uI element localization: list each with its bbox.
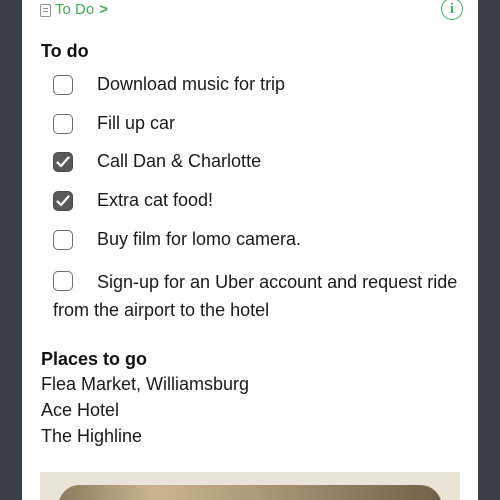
checkbox[interactable] xyxy=(53,229,73,250)
chevron-right-icon: > xyxy=(99,1,108,18)
todo-item-label: Call Dan & Charlotte xyxy=(97,151,262,171)
todo-item[interactable]: Buy film for lomo camera. xyxy=(53,229,301,250)
note-icon xyxy=(40,3,51,17)
todo-item[interactable]: Extra cat food! xyxy=(53,190,213,211)
info-icon: i xyxy=(449,0,455,17)
note-screen: To Do > i To do Download music for trip … xyxy=(22,0,478,500)
info-button[interactable]: i xyxy=(441,0,463,20)
todo-item[interactable]: Sign-up for an Uber account and request … xyxy=(53,268,468,324)
checkbox[interactable] xyxy=(53,113,73,134)
photo-image xyxy=(58,485,442,500)
todo-item-label: Fill up car xyxy=(97,113,176,133)
todo-item-label: Buy film for lomo camera. xyxy=(97,229,302,249)
todo-item-label: Download music for trip xyxy=(97,74,286,94)
checkmark-icon xyxy=(56,194,70,206)
checkmark-icon xyxy=(56,155,70,167)
place-item: Flea Market, Williamsburg xyxy=(41,374,250,394)
places-heading: Places to go xyxy=(41,349,148,369)
todo-item[interactable]: Download music for trip xyxy=(53,74,285,95)
top-bar: To Do > i xyxy=(22,0,478,22)
todo-heading: To do xyxy=(41,41,89,61)
place-item: Ace Hotel xyxy=(41,400,120,420)
checkbox[interactable] xyxy=(53,74,73,95)
checkbox[interactable] xyxy=(53,190,73,211)
todo-item-label: Extra cat food! xyxy=(97,190,214,210)
checkbox[interactable] xyxy=(53,151,73,172)
place-item: The Highline xyxy=(41,426,143,446)
photo-attachment[interactable] xyxy=(40,472,460,500)
todo-item[interactable]: Fill up car xyxy=(53,113,175,134)
todo-item[interactable]: Call Dan & Charlotte xyxy=(53,151,261,172)
breadcrumb-label: To Do xyxy=(55,1,95,18)
back-to-todo-link[interactable]: To Do > xyxy=(40,1,108,19)
checkbox[interactable] xyxy=(53,271,73,291)
todo-item-label: Sign-up for an Uber account and request … xyxy=(53,272,458,320)
